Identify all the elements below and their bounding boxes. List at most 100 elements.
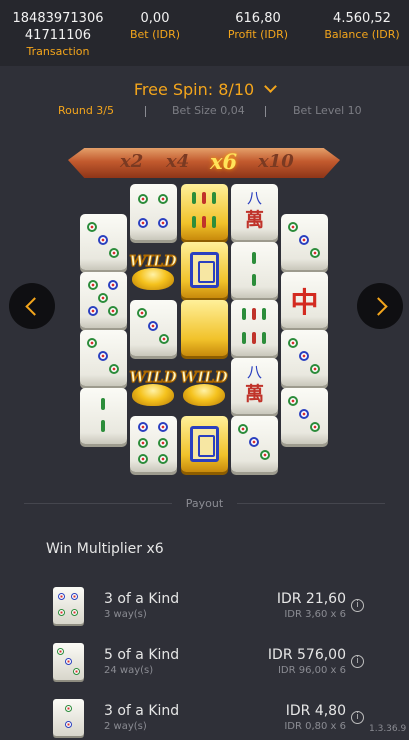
dot: [138, 454, 148, 464]
wild-symbol: WILD: [179, 358, 229, 414]
dot: [88, 280, 98, 290]
payout-calculation: IDR 3,60 x 6: [284, 609, 346, 620]
dot: [310, 364, 320, 374]
multiplier-x2: x2: [120, 151, 144, 172]
previous-round-button[interactable]: [9, 283, 55, 329]
transaction-id-line1: 18483971306: [12, 11, 104, 26]
wild-label: WILD: [129, 368, 177, 387]
payout-combo: 5 of a Kind: [104, 647, 180, 663]
dot: [310, 248, 320, 258]
dot: [138, 194, 148, 204]
dot: [310, 422, 320, 432]
dot: [65, 658, 72, 665]
bamboo-stick: [202, 192, 206, 204]
tile-gold-white-dragon: [181, 416, 228, 472]
bamboo-stick: [192, 216, 196, 228]
dot: [71, 593, 78, 600]
payout-calculation: IDR 96,00 x 6: [277, 665, 346, 676]
tile-red-dragon: 中: [281, 272, 328, 328]
symbol-three-dots-icon: [53, 643, 84, 680]
dot: [288, 396, 298, 406]
bamboo-stick: [262, 332, 266, 344]
payout-ways: 2 way(s): [104, 721, 147, 732]
payout-row: 3 of a Kind 3 way(s) IDR 21,60 IDR 3,60 …: [0, 587, 409, 635]
bamboo-stick: [242, 332, 246, 344]
info-icon[interactable]: i: [351, 711, 364, 724]
dot: [65, 721, 72, 728]
win-multiplier-title: Win Multiplier x6: [46, 541, 164, 557]
wan-character-glyph: 萬: [244, 383, 264, 405]
gold-ingot-icon: [132, 384, 174, 406]
payout-row: 3 of a Kind 2 way(s) IDR 4,80 IDR 0,80 x…: [0, 699, 409, 740]
dot: [299, 351, 309, 361]
transaction-label: Transaction: [26, 45, 90, 58]
dot: [109, 364, 119, 374]
divider: [265, 106, 266, 117]
tile-six-dots: [130, 416, 177, 472]
dot: [73, 668, 80, 675]
free-spin-title: Free Spin: 8/10: [133, 80, 255, 99]
transaction-header: 18483971306 41711106 Transaction 0,00 Be…: [0, 0, 409, 66]
payout-row: 5 of a Kind 24 way(s) IDR 576,00 IDR 96,…: [0, 643, 409, 691]
tile-eight-character: 八 萬: [231, 184, 278, 240]
tile-gold-plain: [181, 300, 228, 356]
wild-symbol: WILD: [128, 242, 178, 298]
multiplier-banner: [68, 148, 340, 178]
divider: [145, 106, 146, 117]
info-icon[interactable]: i: [351, 599, 364, 612]
wild-label: WILD: [180, 368, 228, 387]
dot: [158, 194, 168, 204]
payout-combo: 3 of a Kind: [104, 703, 180, 719]
dot: [109, 248, 119, 258]
tile-three-dots: [281, 214, 328, 270]
dot: [98, 293, 108, 303]
bamboo-stick: [252, 274, 256, 286]
bamboo-stick: [101, 398, 105, 410]
tile-three-dots: [281, 330, 328, 386]
dot: [158, 438, 168, 448]
dot: [260, 450, 270, 460]
info-icon[interactable]: i: [351, 655, 364, 668]
free-spin-selector[interactable]: Free Spin: 8/10: [0, 80, 409, 99]
wild-label: WILD: [129, 252, 177, 271]
bamboo-stick: [192, 192, 196, 204]
dot: [58, 593, 65, 600]
tile-eight-character: 八 萬: [231, 358, 278, 414]
bamboo-stick: [101, 420, 105, 432]
bet-info: 0,00 Bet (IDR): [122, 10, 188, 42]
profit-label: Profit (IDR): [227, 28, 289, 41]
wan-character-glyph: 萬: [244, 209, 264, 231]
bet-size: Bet Size 0,04: [172, 104, 245, 117]
white-dragon-frame-icon: [190, 252, 219, 288]
next-round-button[interactable]: [357, 283, 403, 329]
dot: [138, 438, 148, 448]
tile-three-dots: [80, 214, 127, 270]
dot: [87, 222, 97, 232]
payout-amount: IDR 576,00: [267, 647, 346, 663]
bamboo-stick: [242, 308, 246, 320]
tile-two-bamboo: [231, 242, 278, 298]
tile-three-dots: [281, 388, 328, 444]
dot: [288, 338, 298, 348]
payout-ways: 24 way(s): [104, 665, 154, 676]
wild-symbol: WILD: [128, 358, 178, 414]
tile-six-bamboo: [231, 300, 278, 356]
payout-combo: 3 of a Kind: [104, 591, 180, 607]
dot: [148, 321, 158, 331]
multiplier-x6-active: x6: [210, 149, 238, 174]
bamboo-stick: [212, 192, 216, 204]
payout-amount: IDR 21,60: [276, 591, 346, 607]
bamboo-stick: [252, 252, 256, 264]
tile-gold-white-dragon: [181, 242, 228, 298]
dot: [137, 308, 147, 318]
dot: [98, 235, 108, 245]
dot: [158, 218, 168, 228]
dot: [288, 222, 298, 232]
symbol-four-dots-icon: [53, 587, 84, 624]
tile-gold-bamboo: [181, 184, 228, 240]
white-dragon-frame-icon: [190, 426, 219, 462]
symbol-two-dots-icon: [53, 699, 84, 736]
bamboo-stick: [252, 308, 256, 320]
multiplier-x4: x4: [166, 151, 190, 172]
dot: [158, 454, 168, 464]
